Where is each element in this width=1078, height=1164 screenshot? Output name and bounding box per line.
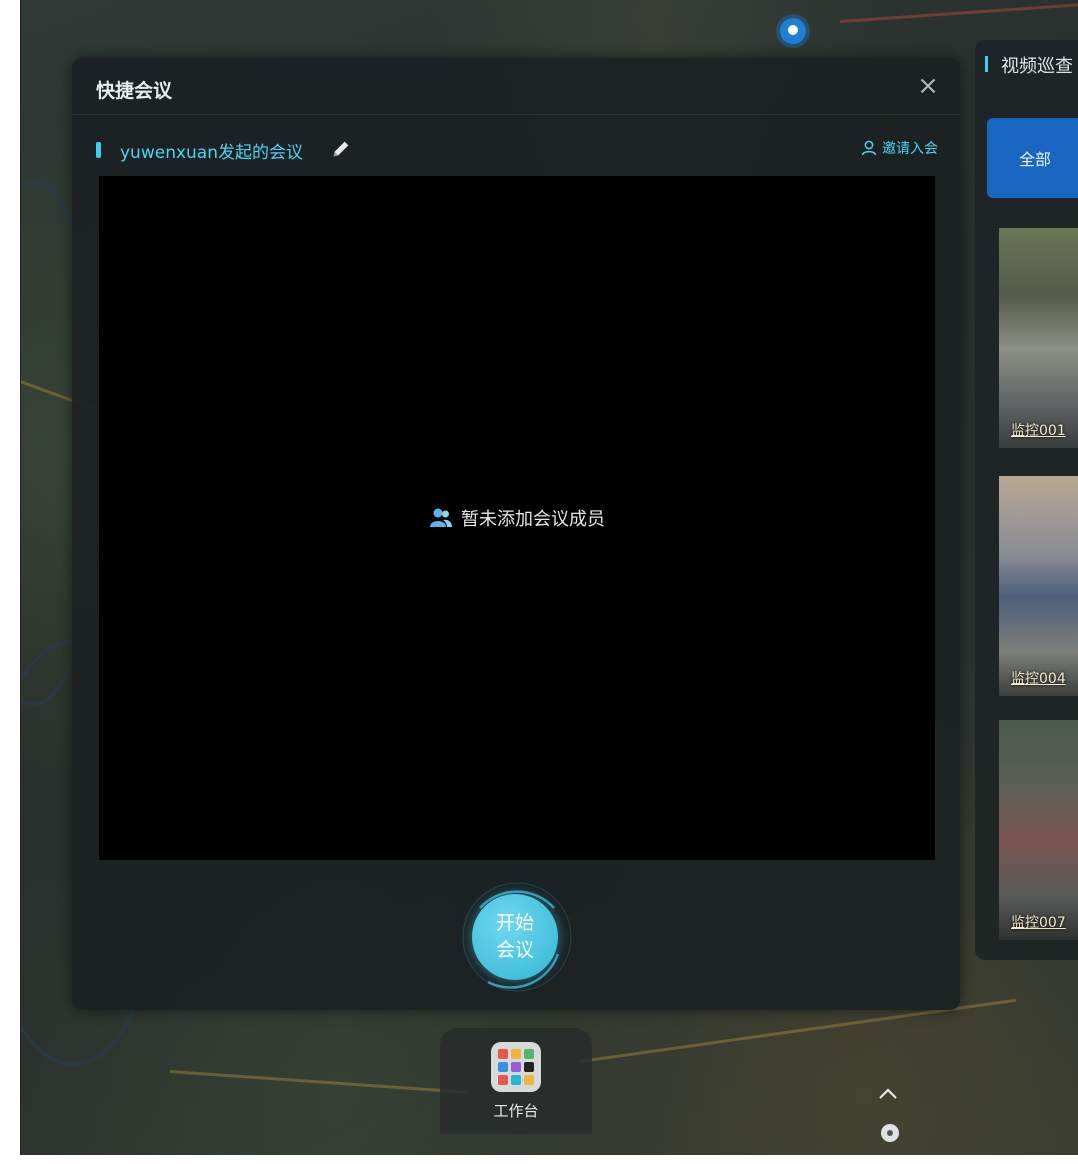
- camera-label: 监控001: [1011, 423, 1066, 439]
- close-icon[interactable]: ×: [916, 73, 940, 99]
- panel-title: 视频巡查: [1001, 56, 1073, 77]
- workbench-dock[interactable]: 工作台: [440, 1028, 592, 1134]
- user-icon: [861, 140, 877, 156]
- camera-label: 监控004: [1011, 671, 1066, 687]
- meeting-name: yuwenxuan发起的会议: [120, 143, 303, 163]
- invite-label: 邀请入会: [882, 141, 938, 157]
- window-edge: [0, 0, 21, 1164]
- quick-meeting-dialog: 快捷会议 × yuwenxuan发起的会议 邀请入会 暂未添加会议成员 开始 会…: [72, 58, 960, 1010]
- invite-button[interactable]: 邀请入会: [860, 138, 938, 158]
- empty-state: 暂未添加会议成员: [99, 176, 935, 860]
- video-patrol-panel: 视频巡查 全部 监控001 监控004 监控007: [975, 40, 1078, 960]
- settings-dot-icon[interactable]: [881, 1124, 899, 1142]
- road-line: [839, 3, 1078, 23]
- users-icon: [430, 508, 452, 527]
- pencil-icon[interactable]: [330, 138, 352, 160]
- location-pin-icon[interactable]: [780, 18, 806, 44]
- empty-text: 暂未添加会议成员: [461, 509, 605, 530]
- dialog-title: 快捷会议: [96, 80, 173, 102]
- chevron-up-icon[interactable]: [876, 1084, 900, 1104]
- camera-thumbnail[interactable]: 监控007: [999, 720, 1078, 940]
- divider: [72, 114, 960, 115]
- accent-bar: [985, 56, 988, 72]
- screen: 快捷会议 × yuwenxuan发起的会议 邀请入会 暂未添加会议成员 开始 会…: [0, 0, 1078, 1164]
- workbench-label: 工作台: [493, 1102, 539, 1120]
- video-area: 暂未添加会议成员: [99, 176, 935, 860]
- accent-bar: [96, 142, 101, 158]
- camera-label: 监控007: [1011, 915, 1066, 931]
- camera-thumbnail[interactable]: 监控001: [999, 228, 1078, 448]
- start-label-line1: 开始: [495, 912, 534, 934]
- camera-thumbnail[interactable]: 监控004: [999, 476, 1078, 696]
- window-edge: [0, 1155, 1078, 1164]
- start-label-line2: 会议: [495, 939, 534, 961]
- start-meeting-button[interactable]: 开始 会议: [472, 894, 558, 980]
- road-line: [169, 1070, 470, 1094]
- tab-all[interactable]: 全部: [987, 118, 1078, 198]
- grid-apps-icon: [491, 1042, 541, 1092]
